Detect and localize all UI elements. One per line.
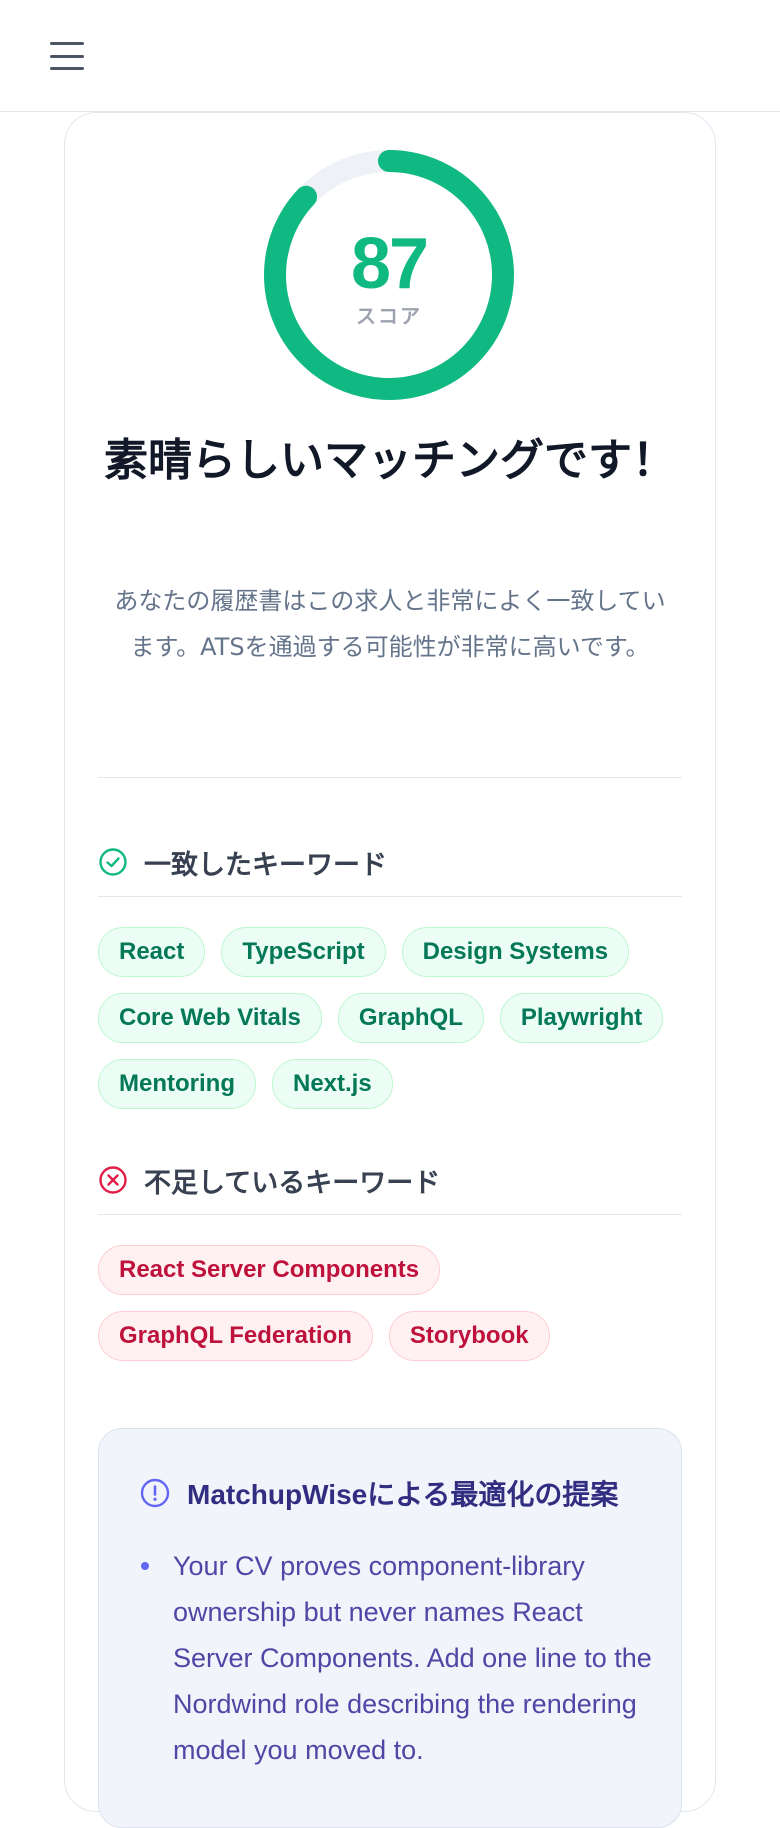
missing-keywords-header: 不足しているキーワード: [98, 1156, 682, 1215]
result-headline: 素晴らしいマッチングです！: [104, 435, 676, 486]
suggestion-item: Your CV proves component-library ownersh…: [139, 1543, 659, 1773]
missing-keyword-chip: Storybook: [388, 1311, 550, 1361]
result-description: あなたの履歴書はこの求人と非常によく一致しています。ATSを通過する可能性が非常…: [114, 587, 666, 661]
suggestion-text: Your CV proves component-library ownersh…: [173, 1551, 652, 1765]
matched-keywords-header: 一致したキーワード: [98, 838, 682, 897]
section-divider: [98, 777, 682, 778]
check-circle-icon: [99, 848, 127, 876]
matched-keyword-chip: Mentoring: [98, 1059, 256, 1109]
matched-keyword-chip: Next.js: [271, 1059, 393, 1109]
suggestions-panel: MatchupWiseによる最適化の提案 Your CV proves comp…: [98, 1428, 682, 1828]
matched-keywords-list: React TypeScript Design Systems Core Web Vi…: [98, 927, 698, 1109]
top-bar: [0, 0, 780, 112]
missing-keywords-title: 不足しているキーワード: [144, 1167, 441, 1199]
suggestions-header: MatchupWiseによる最適化の提案: [139, 1473, 618, 1513]
score-gauge: 87 スコア: [262, 148, 516, 402]
suggestions-title: MatchupWiseによる最適化の提案: [187, 1479, 619, 1510]
matched-keyword-chip: GraphQL: [337, 993, 484, 1043]
matched-keyword-chip: React: [98, 927, 206, 977]
score-label: スコア: [356, 304, 422, 328]
score-value: 87: [350, 224, 429, 304]
suggestions-list: Your CV proves component-library ownersh…: [139, 1543, 659, 1773]
matched-keywords-title: 一致したキーワード: [144, 849, 387, 881]
matched-keyword-chip: Design Systems: [401, 927, 630, 977]
matched-keyword-chip: Core Web Vitals: [98, 993, 322, 1043]
hamburger-menu-icon[interactable]: [50, 42, 84, 70]
alert-circle-icon: [140, 1478, 170, 1508]
x-circle-icon: [99, 1166, 127, 1194]
missing-keyword-chip: GraphQL Federation: [98, 1311, 373, 1361]
missing-keywords-list: React Server Components GraphQL Federatio…: [98, 1245, 698, 1361]
matched-keyword-chip: TypeScript: [221, 927, 386, 977]
matched-keyword-chip: Playwright: [499, 993, 664, 1043]
bullet-icon: [141, 1562, 149, 1570]
missing-keyword-chip: React Server Components: [98, 1245, 441, 1295]
